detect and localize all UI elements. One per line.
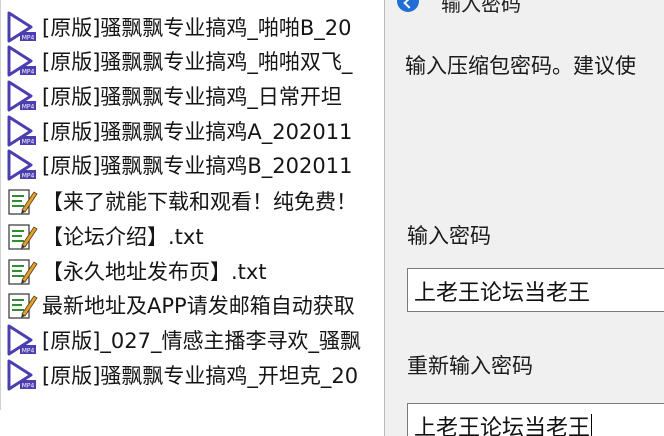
svg-text:MP4: MP4 [22, 348, 35, 355]
mp4-video-icon: MP4 [0, 114, 42, 148]
text-caret [591, 414, 593, 436]
mp4-video-icon: MP4 [0, 323, 42, 357]
confirm-password-input-value: 上老王论坛当老王 [414, 416, 591, 436]
password-dialog: 输入密码 输入压缩包密码。建议使 输入密码 上老王论坛当老王 重新输入密码 上老… [384, 0, 664, 436]
file-list-item[interactable]: 【来了就能下载和观看！纯免费！ [0, 184, 384, 218]
dialog-hint-text: 输入压缩包密码。建议使 [405, 54, 636, 78]
dialog-title-bar[interactable]: 输入密码 [385, 0, 664, 18]
file-list-item[interactable]: 最新地址及APP请发邮箱自动获取 [0, 288, 384, 322]
mp4-video-icon: MP4 [0, 148, 42, 182]
text-file-icon [0, 254, 42, 288]
svg-text:MP4: MP4 [22, 173, 35, 180]
file-name: [原版]骚飘飘专业搞鸡A_202011 [42, 120, 353, 144]
file-name: [原版]骚飘飘专业搞鸡_开坦克_20 [42, 364, 359, 388]
password-input-value: 上老王论坛当老王 [414, 281, 591, 306]
file-name: [原版]骚飘飘专业搞鸡_啪啪双飞_ [42, 50, 353, 74]
file-name: 最新地址及APP请发邮箱自动获取 [42, 294, 355, 318]
file-list-item[interactable]: MP4 [原版]骚飘飘专业搞鸡_开坦克_20 [0, 358, 384, 392]
file-list-item[interactable]: MP4 [原版]骚飘飘专业搞鸡B_202011 [0, 148, 384, 182]
dialog-title: 输入密码 [441, 0, 521, 16]
app-shield-icon [397, 0, 419, 12]
mp4-video-icon: MP4 [0, 10, 42, 44]
file-name: 【来了就能下载和观看！纯免费！ [42, 190, 357, 214]
file-name: [原版]骚飘飘专业搞鸡_啪啪B_20 [42, 16, 352, 40]
file-list-item[interactable]: MP4 [原版]骚飘飘专业搞鸡A_202011 [0, 114, 384, 148]
password-label: 输入密码 [407, 224, 491, 248]
file-list-item[interactable]: MP4 [原版]骚飘飘专业搞鸡_啪啪B_20 [0, 10, 384, 44]
mp4-video-icon: MP4 [0, 44, 42, 78]
password-input[interactable]: 上老王论坛当老王 [407, 268, 664, 312]
text-file-icon [0, 288, 42, 322]
svg-text:MP4: MP4 [22, 104, 35, 111]
mp4-video-icon: MP4 [0, 358, 42, 392]
svg-text:MP4: MP4 [22, 383, 35, 390]
mp4-video-icon: MP4 [0, 79, 42, 113]
file-list-item[interactable]: 【论坛介绍】.txt [0, 219, 384, 253]
confirm-password-label: 重新输入密码 [407, 354, 533, 378]
file-name: [原版]骚飘飘专业搞鸡_日常开坦 [42, 85, 342, 109]
text-file-icon [0, 184, 42, 218]
file-name: 【永久地址发布页】.txt [42, 260, 267, 284]
file-list-item[interactable]: 【永久地址发布页】.txt [0, 254, 384, 288]
file-list-item[interactable]: MP4 [原版]骚飘飘专业搞鸡_日常开坦 [0, 79, 384, 113]
file-name: [原版]_027_情感主播李寻欢_骚飘 [42, 329, 361, 353]
file-list: MP4 [原版]骚飘飘专业搞鸡_啪啪B_20 MP4 [原版]骚飘飘专业搞鸡_啪啪双飞… [0, 0, 384, 410]
text-file-icon [0, 219, 42, 253]
file-list-item[interactable]: MP4 [原版]_027_情感主播李寻欢_骚飘 [0, 323, 384, 357]
svg-text:MP4: MP4 [22, 35, 35, 42]
file-name: 【论坛介绍】.txt [42, 225, 204, 249]
svg-text:MP4: MP4 [22, 139, 35, 146]
file-list-item[interactable]: MP4 [原版]骚飘飘专业搞鸡_啪啪双飞_ [0, 44, 384, 78]
svg-text:MP4: MP4 [22, 69, 35, 76]
file-name: [原版]骚飘飘专业搞鸡B_202011 [42, 154, 353, 178]
confirm-password-input[interactable]: 上老王论坛当老王 [407, 403, 664, 436]
